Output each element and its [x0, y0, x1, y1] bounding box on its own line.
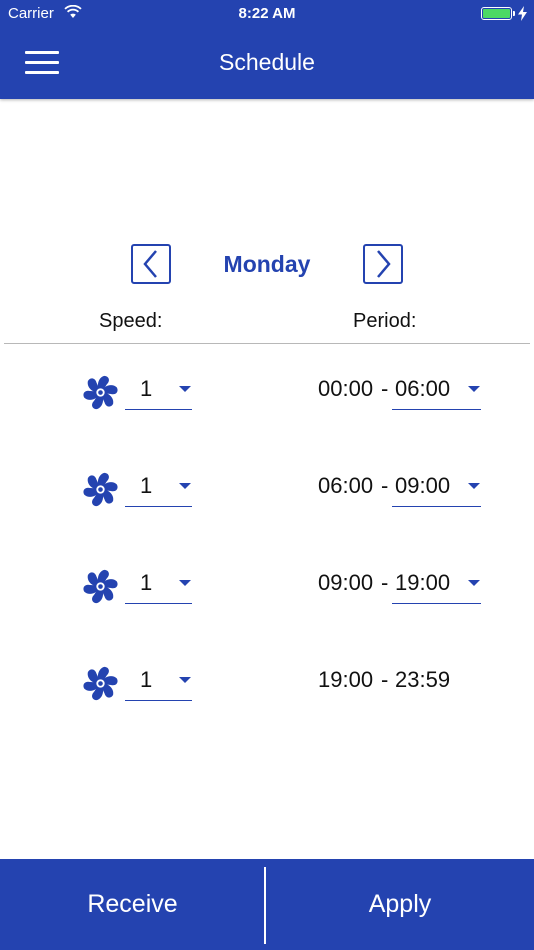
period-end-dropdown[interactable]: 19:00	[392, 562, 481, 604]
speed-value: 1	[140, 376, 153, 401]
header-divider	[4, 343, 530, 344]
status-time: 8:22 AM	[238, 5, 296, 22]
dropdown-caret-icon	[179, 580, 191, 586]
battery-charging-icon	[481, 7, 515, 20]
period-end: 06:00	[395, 376, 451, 401]
dropdown-caret-icon	[179, 677, 191, 683]
fan-icon	[83, 569, 118, 604]
dropdown-caret-icon	[468, 386, 480, 392]
speed-column-header: Speed:	[99, 310, 163, 332]
next-day-button[interactable]	[363, 244, 403, 284]
speed-value: 1	[140, 667, 153, 692]
schedule-screen: Carrier 8:22 AM Schedule Monday Speed: P…	[0, 0, 534, 950]
fan-icon	[83, 375, 118, 410]
period-end: 19:00	[395, 570, 451, 595]
page-title: Schedule	[219, 49, 315, 75]
period-end: 09:00	[395, 473, 451, 498]
speed-dropdown[interactable]: 1	[125, 465, 192, 507]
fan-icon	[83, 666, 118, 701]
period-column-header: Period:	[353, 310, 417, 332]
fan-icon	[83, 472, 118, 507]
period-end-dropdown[interactable]: 06:00	[392, 368, 481, 410]
speed-dropdown[interactable]: 1	[125, 562, 192, 604]
hamburger-menu-icon[interactable]	[25, 51, 59, 75]
schedule-row: 1 00:00 - 06:00	[0, 368, 534, 418]
top-bar: Carrier 8:22 AM Schedule	[0, 0, 534, 99]
period-start: 09:00	[318, 570, 374, 595]
dropdown-caret-icon	[179, 386, 191, 392]
speed-dropdown[interactable]: 1	[125, 368, 192, 410]
period-separator: -	[381, 570, 389, 595]
previous-day-button[interactable]	[131, 244, 171, 284]
charging-bolt-icon	[518, 6, 527, 21]
chevron-left-icon	[143, 250, 157, 278]
bottom-action-bar: Receive Apply	[0, 859, 534, 950]
speed-dropdown[interactable]: 1	[125, 659, 192, 701]
status-bar: Carrier 8:22 AM	[0, 0, 534, 28]
day-label: Monday	[223, 251, 311, 277]
dropdown-caret-icon	[468, 580, 480, 586]
speed-value: 1	[140, 570, 153, 595]
chevron-right-icon	[377, 250, 391, 278]
period-end: 23:59	[395, 667, 451, 692]
period-start: 00:00	[318, 376, 374, 401]
dropdown-caret-icon	[468, 483, 480, 489]
schedule-row: 1 19:00 - 23:59	[0, 659, 534, 709]
schedule-row: 1 09:00 - 19:00	[0, 562, 534, 612]
period-separator: -	[381, 473, 389, 498]
speed-value: 1	[140, 473, 153, 498]
period-start: 06:00	[318, 473, 374, 498]
dropdown-caret-icon	[179, 483, 191, 489]
period-separator: -	[381, 667, 389, 692]
schedule-row: 1 06:00 - 09:00	[0, 465, 534, 515]
period-end-dropdown[interactable]: 09:00	[392, 465, 481, 507]
receive-button[interactable]: Receive	[0, 859, 265, 950]
period-separator: -	[381, 376, 389, 401]
apply-button[interactable]: Apply	[266, 859, 534, 950]
period-start: 19:00	[318, 667, 374, 692]
